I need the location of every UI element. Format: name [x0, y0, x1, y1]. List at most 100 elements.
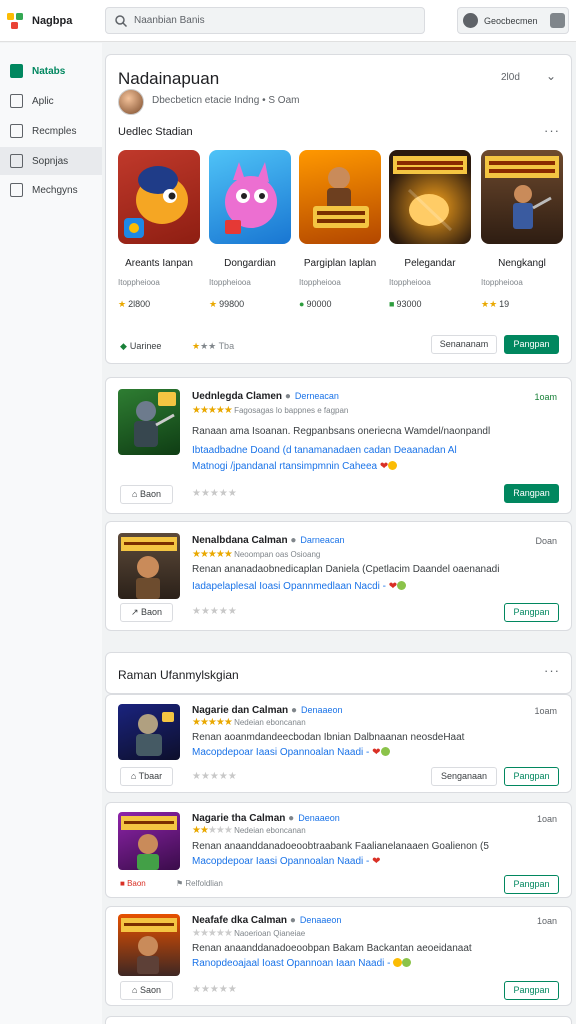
sidebar-item-natabs[interactable]: Natabs	[0, 57, 102, 85]
app-title: Nagarie dan Calman ● Denaaeon	[192, 705, 343, 716]
rating-line: ★★★★★ Nedeian eboncanan	[192, 717, 306, 728]
sidebar-item-label: Sopnjas	[32, 156, 69, 167]
app-date: Doan	[535, 536, 557, 546]
install-button[interactable]: Pangpan	[504, 603, 559, 622]
game-tile[interactable]: Dongardian Itoppheiooa ★ 99800	[209, 150, 291, 309]
app-description: Renan aoanmdandeecbodan Ibnian Dalbnaana…	[192, 732, 465, 743]
game-title: Pargiplan Iaplan	[303, 258, 377, 269]
app-description-link[interactable]: Iadapelaplesal Ioasi Opannmedlaan Nacdi …	[192, 581, 407, 592]
game-price: ★ 2l800	[118, 299, 151, 309]
install-button[interactable]: Pangpan	[504, 875, 559, 894]
app-title: Neafafe dka Calman ● Denaaeon	[192, 915, 342, 926]
app-title: Nagarie tha Calman ● Denaaeon	[192, 813, 340, 824]
item-count: 2l0d	[501, 72, 520, 83]
book-icon	[10, 124, 23, 138]
sidebar: Natabs Aplic Recmples Sopnjas Mechgyns	[0, 43, 102, 1024]
rate-stars[interactable]: ★★★★★	[192, 606, 237, 617]
install-button[interactable]: Rangpan	[504, 484, 559, 503]
rating-summary: ★★★ Tba	[192, 341, 235, 351]
game-thumbnail	[118, 150, 200, 244]
developer-label: ⚑ Relfoldlian	[176, 879, 223, 888]
install-button[interactable]: Pangpan	[504, 767, 559, 786]
game-tile[interactable]: Pelegandar Itoppheiooa ■ 93000	[389, 150, 471, 309]
game-meta: Itoppheiooa	[481, 278, 523, 287]
section-title: Raman Ufanmylskgian	[118, 668, 239, 682]
search-input[interactable]: Naanbian Banis	[105, 7, 425, 34]
more-icon[interactable]: ···	[544, 123, 560, 138]
app-description: Renan ananadaobnedicaplan Daniela (Cpetl…	[192, 564, 500, 575]
profile-icon[interactable]	[550, 13, 565, 28]
game-thumbnail	[299, 150, 381, 244]
sidebar-item-label: Aplic	[32, 96, 54, 107]
rate-stars[interactable]: ★★★★★	[192, 488, 237, 499]
sidebar-item-sopnjas[interactable]: Sopnjas	[0, 147, 102, 175]
app-icon	[118, 389, 180, 455]
account-chip[interactable]: Geocbecmen	[457, 7, 569, 34]
search-icon	[115, 15, 128, 28]
apps-icon	[10, 94, 23, 108]
game-meta: Itoppheiooa	[299, 278, 341, 287]
app-description-link[interactable]: Macopdepoar Iaasi Opannoalan Naadi - ❤	[192, 747, 390, 758]
bookmark-chip[interactable]: ⌂ Baon	[120, 485, 173, 504]
secondary-button[interactable]: Senganaan	[431, 767, 497, 786]
app-card[interactable]: Nenalbdana Calman ● Darneacan Doan ★★★★★ …	[105, 521, 572, 631]
game-thumbnail	[209, 150, 291, 244]
sidebar-item-mechgyns[interactable]: Mechgyns	[0, 176, 102, 204]
game-meta: Itoppheiooa	[118, 278, 160, 287]
game-title: Nengkangl	[498, 258, 546, 269]
secondary-button[interactable]: Senananam	[431, 335, 497, 354]
app-date: 1oan	[536, 916, 557, 926]
game-price: ■ 93000	[389, 299, 422, 309]
game-tile[interactable]: Nengkangl Itoppheiooa ★★ 19	[481, 150, 563, 309]
tag-icon	[10, 154, 23, 168]
app-description-link[interactable]: Macopdepoar Iaasi Opannoalan Naadi - ❤	[192, 856, 381, 867]
app-card[interactable]: Nagarie dan Calman ● Denaaeon 1oam ★★★★★ …	[105, 694, 572, 793]
rating-line: ★★★★★ Nedeian eboncanan	[192, 825, 306, 836]
rate-stars[interactable]: ★★★★★	[192, 984, 237, 995]
more-icon[interactable]: ···	[544, 663, 560, 678]
app-card[interactable]	[105, 1016, 572, 1024]
app-description: Renan anaanddanadoeoobpan Bakam Backanta…	[192, 943, 472, 954]
bookmark-chip[interactable]: ⌂ Saon	[120, 981, 173, 1000]
app-card[interactable]: Nagarie tha Calman ● Denaaeon 1oan ★★★★★ …	[105, 802, 572, 898]
share-chip[interactable]: ⌂ Tbaar	[120, 767, 173, 786]
app-description: Ranaan ama Isoanan. Regpanbsans oneriecn…	[192, 426, 491, 437]
category-label[interactable]: ◆ Uarinee	[120, 341, 161, 352]
app-description-link[interactable]: Ranopdeoajaal Ioast Opannoan Iaan Naadi …	[192, 958, 412, 969]
app-title: Nenalbdana Calman ● Darneacan	[192, 535, 345, 546]
sidebar-item-label: Recmples	[32, 126, 77, 137]
app-description-link[interactable]: Matnogi /jpandanal rtansimpmnin Caheea ❤	[192, 461, 398, 472]
game-thumbnail	[389, 150, 471, 244]
install-button[interactable]: Pangpan	[504, 981, 559, 1000]
game-price: ★★ 19	[481, 299, 510, 309]
sidebar-item-recmples[interactable]: Recmples	[0, 117, 102, 145]
home-icon	[10, 64, 23, 78]
rating-line: ★★★★★ Neoompan oas Osioang	[192, 549, 321, 560]
app-card[interactable]: Neafafe dka Calman ● Denaaeon 1oan ★★★★★ …	[105, 906, 572, 1006]
game-tile[interactable]: Pargiplan Iaplan Itoppheiooa ● 90000	[299, 150, 381, 309]
avatar	[463, 13, 478, 28]
rate-stars[interactable]: ★★★★★	[192, 771, 237, 782]
featured-card: Nadainapuan 2l0d ⌄ Dbecbeticn etacie Ind…	[105, 54, 572, 364]
chevron-down-icon[interactable]: ⌄	[546, 69, 556, 83]
app-icon	[118, 812, 180, 870]
game-tile[interactable]: Areants Ianpan Itoppheiooa ★ 2l800	[118, 150, 200, 309]
primary-button[interactable]: Pangpan	[504, 335, 559, 354]
app-logo-icon[interactable]	[6, 11, 26, 31]
top-bar: Nagbpa Naanbian Banis Geocbecmen	[0, 0, 576, 42]
game-meta: Itoppheiooa	[389, 278, 431, 287]
app-description-link[interactable]: Ibtaadbadne Doand (d tanamanadaen cadan …	[192, 445, 457, 456]
game-title: Pelegandar	[404, 258, 456, 269]
sidebar-item-aplic[interactable]: Aplic	[0, 87, 102, 115]
app-card[interactable]: Uednlegda Clamen ● Derneacan 1oam ★★★★★ F…	[105, 377, 572, 514]
sidebar-item-label: Natabs	[32, 66, 66, 77]
search-placeholder: Naanbian Banis	[134, 15, 205, 26]
sidebar-item-label: Mechgyns	[32, 185, 78, 196]
page-title: Nadainapuan	[118, 69, 220, 88]
page-subtitle: Dbecbeticn etacie Indng • S Oam	[152, 95, 300, 106]
section-title: Uedlec Stadian	[118, 126, 193, 138]
avatar[interactable]	[118, 89, 144, 115]
share-chip[interactable]: ↗ Baon	[120, 603, 173, 622]
game-thumbnail	[481, 150, 563, 244]
price-label: ■ Baon	[120, 879, 146, 888]
